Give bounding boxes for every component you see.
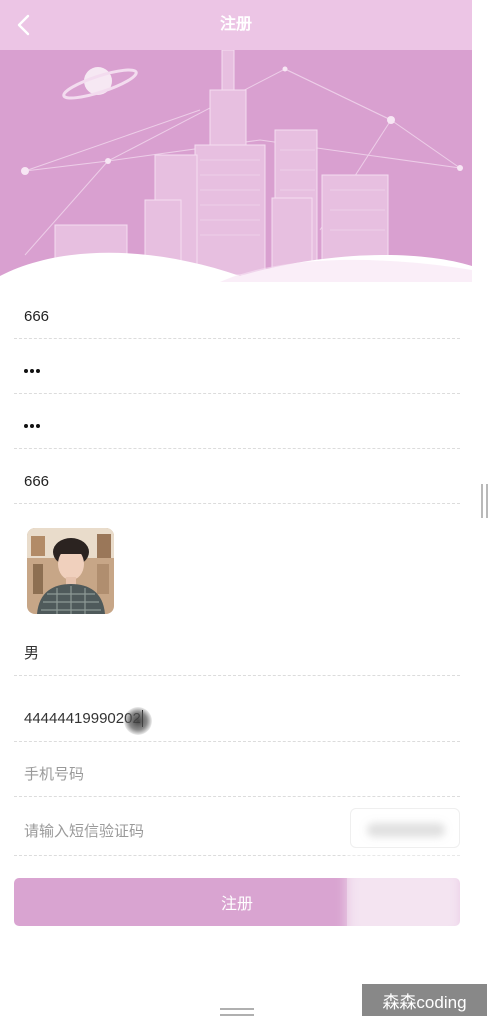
- sms-code-input[interactable]: [24, 808, 344, 855]
- header-bar: 注册: [0, 0, 472, 50]
- password-mask[interactable]: [24, 349, 40, 393]
- bottom-drag-handle[interactable]: [220, 1008, 254, 1018]
- side-drag-handle[interactable]: [481, 484, 488, 518]
- back-button[interactable]: [10, 10, 38, 40]
- watermark: 森森coding: [362, 984, 487, 1016]
- gender-field[interactable]: 男: [14, 629, 460, 676]
- phone-input[interactable]: [24, 752, 444, 796]
- username-input[interactable]: [24, 294, 444, 338]
- chevron-left-icon: [17, 14, 30, 36]
- nickname-input[interactable]: [24, 459, 444, 503]
- phone-field[interactable]: [14, 752, 460, 797]
- confirm-password-mask[interactable]: [24, 404, 40, 448]
- nickname-field[interactable]: [14, 459, 460, 504]
- avatar-upload[interactable]: [27, 528, 114, 614]
- banner-illustration: [0, 50, 472, 282]
- redaction-blur: [347, 868, 462, 938]
- avatar: [27, 528, 114, 614]
- id-number-field[interactable]: 44444419990202: [14, 696, 460, 742]
- confirm-password-field[interactable]: [14, 404, 460, 449]
- touch-indicator: [124, 707, 152, 735]
- register-page: 注册 666 666 男 44444419990202 手机号码 请输入短信验证…: [0, 0, 497, 1029]
- username-field[interactable]: [14, 294, 460, 339]
- page-title: 注册: [219, 16, 252, 33]
- password-field[interactable]: [14, 349, 460, 394]
- gender-value: 男: [24, 644, 40, 662]
